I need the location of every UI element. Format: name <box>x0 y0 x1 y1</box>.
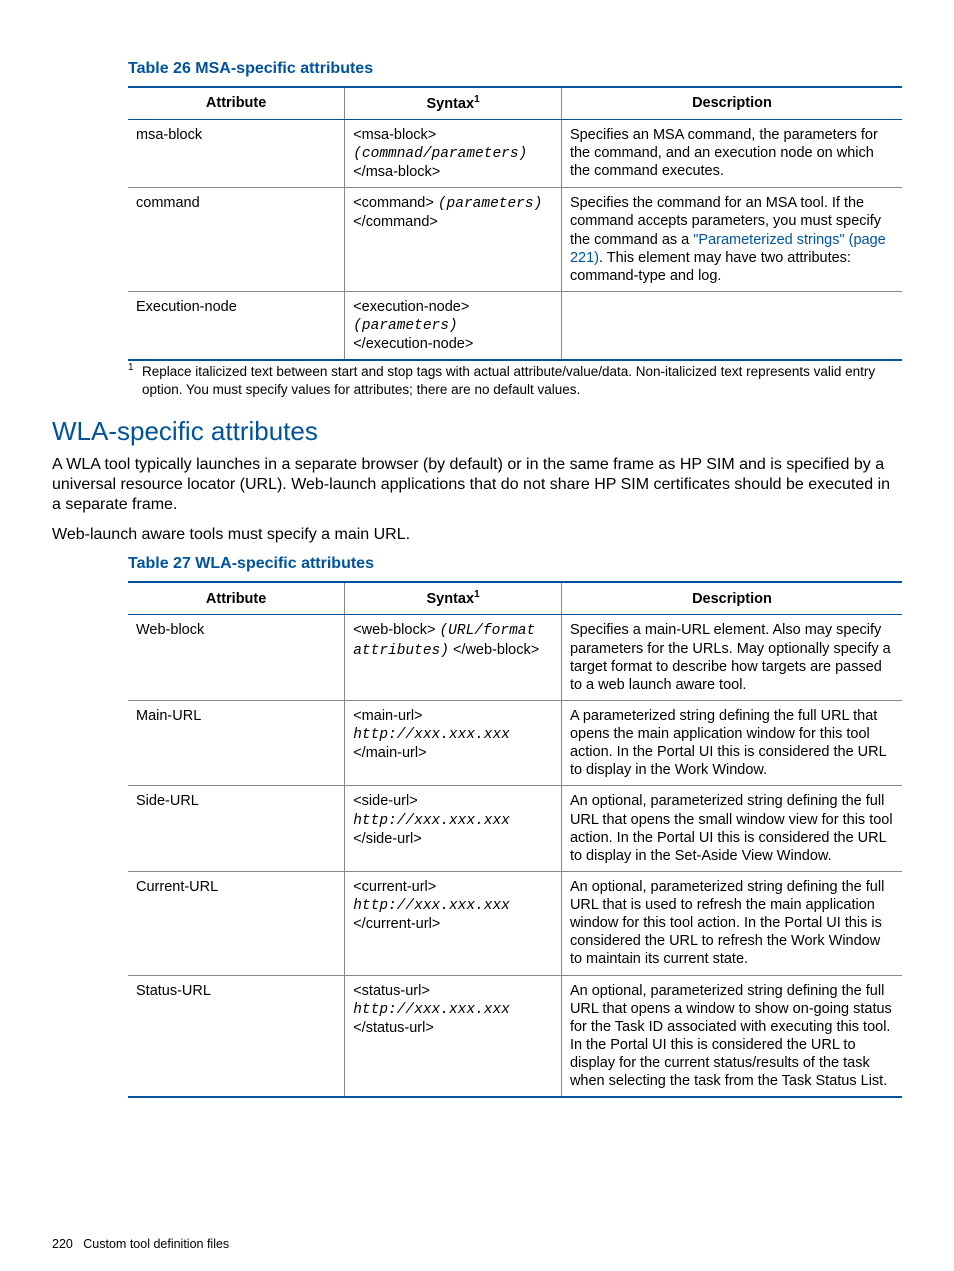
table-27-title: Table 27 WLA-specific attributes <box>128 555 902 573</box>
table-row: command <command> (parameters) </command… <box>128 188 902 292</box>
page-footer: 220 Custom tool definition files <box>52 1237 229 1251</box>
th-description: Description <box>561 88 902 119</box>
cell-description: An optional, parameterized string defini… <box>561 975 902 1096</box>
th-syntax: Syntax1 <box>345 583 562 614</box>
table-row: Status-URL <status-url> http://xxx.xxx.x… <box>128 975 902 1096</box>
wla-paragraph-1: A WLA tool typically launches in a separ… <box>52 455 902 515</box>
wla-section-title: WLA-specific attributes <box>52 416 902 447</box>
cell-syntax: <execution-node> (parameters) </executio… <box>345 291 562 359</box>
table-row: msa-block <msa-block> (commnad/parameter… <box>128 119 902 187</box>
cell-syntax: <command> (parameters) </command> <box>345 188 562 292</box>
th-description: Description <box>561 583 902 614</box>
cell-description: An optional, parameterized string defini… <box>561 871 902 975</box>
cell-attribute: msa-block <box>128 119 345 187</box>
cell-attribute: Status-URL <box>128 975 345 1096</box>
cell-description: Specifies an MSA command, the parameters… <box>561 119 902 187</box>
cell-attribute: command <box>128 188 345 292</box>
th-syntax: Syntax1 <box>345 88 562 119</box>
table-row: Side-URL <side-url> http://xxx.xxx.xxx <… <box>128 786 902 872</box>
cell-description: Specifies a main-URL element. Also may s… <box>561 615 902 701</box>
cell-attribute: Web-block <box>128 615 345 701</box>
th-attribute: Attribute <box>128 583 345 614</box>
table-26-footnote: 1 Replace italicized text between start … <box>128 363 902 398</box>
cell-syntax: <msa-block> (commnad/parameters) </msa-b… <box>345 119 562 187</box>
table-row: Web-block <web-block> (URL/format attrib… <box>128 615 902 701</box>
table-26-title: Table 26 MSA-specific attributes <box>128 60 902 78</box>
table-row: Main-URL <main-url> http://xxx.xxx.xxx <… <box>128 700 902 786</box>
th-attribute: Attribute <box>128 88 345 119</box>
cell-description: A parameterized string defining the full… <box>561 700 902 786</box>
cell-syntax: <current-url> http://xxx.xxx.xxx </curre… <box>345 871 562 975</box>
cell-syntax: <web-block> (URL/format attributes) </we… <box>345 615 562 701</box>
table-26: Attribute Syntax1 Description msa-block … <box>128 88 902 359</box>
cell-attribute: Current-URL <box>128 871 345 975</box>
footer-label: Custom tool definition files <box>83 1237 229 1251</box>
cell-description: Specifies the command for an MSA tool. I… <box>561 188 902 292</box>
cell-syntax: <status-url> http://xxx.xxx.xxx </status… <box>345 975 562 1096</box>
table-row: Current-URL <current-url> http://xxx.xxx… <box>128 871 902 975</box>
page-number: 220 <box>52 1237 73 1251</box>
cell-syntax: <side-url> http://xxx.xxx.xxx </side-url… <box>345 786 562 872</box>
cell-attribute: Main-URL <box>128 700 345 786</box>
cell-syntax: <main-url> http://xxx.xxx.xxx </main-url… <box>345 700 562 786</box>
wla-paragraph-2: Web-launch aware tools must specify a ma… <box>52 525 902 545</box>
table-27: Attribute Syntax1 Description Web-block … <box>128 583 902 1096</box>
cell-attribute: Side-URL <box>128 786 345 872</box>
table-row: Execution-node <execution-node> (paramet… <box>128 291 902 359</box>
cell-description: An optional, parameterized string defini… <box>561 786 902 872</box>
cell-attribute: Execution-node <box>128 291 345 359</box>
cell-description <box>561 291 902 359</box>
